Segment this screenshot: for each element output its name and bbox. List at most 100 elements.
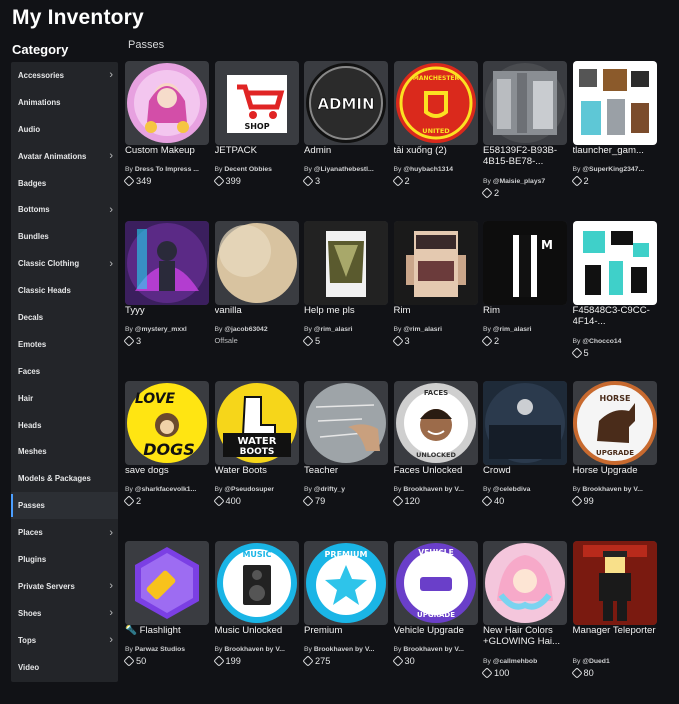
item-name[interactable]: Custom Makeup (125, 145, 213, 156)
item-creator[interactable]: By Dress To Impress ... (125, 166, 213, 173)
item-creator[interactable]: By @SuperKing2347... (573, 166, 661, 173)
item-card[interactable]: FACES UNLOCKED Faces Unlocked By Brookhaven… (391, 381, 478, 531)
item-creator[interactable]: By Decent Obbies (215, 166, 303, 173)
item-name[interactable]: Faces Unlocked (394, 465, 482, 476)
item-card[interactable]: Tyyy By @mystery_mxxl 3 (123, 221, 209, 371)
sidebar-item-hair[interactable]: Hair (11, 385, 118, 412)
item-name[interactable]: Manager Teleporter (573, 625, 661, 636)
sidebar-item-audio[interactable]: Audio (11, 116, 118, 143)
creator-name[interactable]: @celebdiva (493, 486, 531, 493)
creator-name[interactable]: Dress To Impress ... (135, 166, 199, 173)
sidebar-item-badges[interactable]: Badges (11, 170, 118, 197)
item-creator[interactable]: By @callmehbob (483, 658, 571, 665)
item-name[interactable]: Tyyy (125, 305, 213, 316)
chalkboard-thumbnail[interactable] (304, 381, 388, 465)
item-creator[interactable]: By @sharkfacevolk1... (125, 486, 213, 493)
creator-name[interactable]: @Chocco14 (582, 338, 621, 345)
item-card[interactable]: E58139F2-B93B-4B15-BE78-... By @Maisie_pl… (481, 61, 567, 211)
creator-name[interactable]: Brookhaven by V... (224, 646, 285, 653)
item-name[interactable]: 🔦 Flashlight (125, 625, 213, 636)
sidebar-item-tops[interactable]: Tops › (11, 627, 118, 654)
makeup-thumbnail[interactable] (125, 61, 209, 145)
item-creator[interactable]: By @huybach1314 (394, 166, 482, 173)
anime-hair-thumbnail[interactable] (483, 541, 567, 625)
item-card[interactable]: PREMIUM Premium By Brookhaven by V... 275 (302, 541, 388, 691)
item-creator[interactable]: By @rim_alasri (483, 326, 571, 333)
horse-upgrade-thumbnail[interactable]: HORSE UPGRADE (572, 381, 657, 465)
item-name[interactable]: Rim (394, 305, 482, 316)
item-card[interactable]: HORSE UPGRADE Horse Upgrade By Brookhaven b… (570, 381, 657, 531)
item-name[interactable]: tlauncher_gam... (573, 145, 661, 156)
creator-name[interactable]: @rim_alasri (493, 326, 532, 333)
sidebar-item-emotes[interactable]: Emotes (11, 331, 118, 358)
creator-name[interactable]: @Liyanathebestl... (314, 166, 374, 173)
item-card[interactable]: Teacher By @drifty_y 79 (302, 381, 388, 531)
creator-name[interactable]: Decent Obbies (224, 166, 272, 173)
item-card[interactable]: New Hair Colors +GLOWING Hai... By @callm… (481, 541, 567, 691)
creator-name[interactable]: @rim_alasri (314, 326, 353, 333)
item-creator[interactable]: By @Pseudosuper (215, 486, 303, 493)
creator-name[interactable]: @Maisie_plays7 (493, 178, 545, 185)
item-card[interactable]: Custom Makeup By Dress To Impress ... 349 (123, 61, 209, 211)
item-creator[interactable]: By Brookhaven by V... (573, 486, 661, 493)
item-creator[interactable]: By Brookhaven by V... (394, 646, 482, 653)
suit-thumbnail[interactable]: M (483, 221, 567, 305)
item-name[interactable]: Music Unlocked (215, 625, 303, 636)
item-name[interactable]: Water Boots (215, 465, 303, 476)
item-card[interactable]: Help me pls By @rim_alasri 5 (302, 221, 388, 371)
item-creator[interactable]: By Brookhaven by V... (304, 646, 392, 653)
sidebar-item-meshes[interactable]: Meshes (11, 438, 118, 465)
sidebar-item-video[interactable]: Video (11, 654, 118, 681)
item-card[interactable]: SHOP JETPACK By Decent Obbies 399 (212, 61, 299, 211)
item-name[interactable]: Teacher (304, 465, 392, 476)
clothing-thumbnail[interactable] (304, 221, 388, 305)
sidebar-item-shoes[interactable]: Shoes › (11, 600, 118, 627)
photo-thumbnail[interactable] (483, 61, 567, 145)
crowd-thumbnail[interactable] (483, 381, 567, 465)
sidebar-item-accessories[interactable]: Accessories › (11, 62, 118, 89)
item-card[interactable]: Crowd By @celebdiva 40 (481, 381, 567, 531)
sidebar-item-private-servers[interactable]: Private Servers › (11, 573, 118, 600)
creator-name[interactable]: Brookhaven by V... (403, 486, 464, 493)
item-card[interactable]: LOVE DOGS save dogs By @sharkfacevolk1... 2 (123, 381, 209, 531)
creator-name[interactable]: Brookhaven by V... (314, 646, 375, 653)
creator-name[interactable]: Brookhaven by V... (582, 486, 643, 493)
item-card[interactable]: Rim By @rim_alasri 3 (391, 221, 478, 371)
item-creator[interactable]: By @mystery_mxxl (125, 326, 213, 333)
music-unlocked-thumbnail[interactable]: MUSIC (214, 541, 299, 625)
item-creator[interactable]: By @Liyanathebestl... (304, 166, 392, 173)
shop-cart-thumbnail[interactable]: SHOP (214, 61, 299, 145)
item-name[interactable]: Crowd (483, 465, 571, 476)
sidebar-item-heads[interactable]: Heads (11, 412, 118, 439)
item-name[interactable]: save dogs (125, 465, 213, 476)
manager-thumbnail[interactable] (572, 541, 657, 625)
item-card[interactable]: vanilla By @jacob63042 Offsale (214, 221, 299, 371)
item-card[interactable]: F45848C3-C9CC-4F14-... By @Chocco14 5 (570, 221, 657, 371)
admin-thumbnail[interactable]: ADMIN (304, 61, 388, 145)
sidebar-item-models-packages[interactable]: Models & Packages (11, 465, 118, 492)
item-card[interactable]: M Rim By @rim_alasri 2 (481, 221, 567, 371)
item-name[interactable]: F45848C3-C9CC-4F14-... (573, 305, 661, 327)
sidebar-item-bundles[interactable]: Bundles (11, 223, 118, 250)
flashlight-thumbnail[interactable] (125, 541, 209, 625)
manchester-united-thumbnail[interactable]: MANCHESTER UNITED (393, 61, 478, 145)
sidebar-item-places[interactable]: Places › (11, 519, 118, 546)
item-name[interactable]: tải xuống (2) (394, 145, 482, 156)
neon-character-thumbnail[interactable] (125, 221, 209, 305)
item-card[interactable]: 🔦 Flashlight By Parwaz Studios 50 (123, 541, 209, 691)
item-creator[interactable]: By @Chocco14 (573, 338, 661, 345)
vehicle-upgrade-thumbnail[interactable]: VEHICLE UPGRADE (393, 541, 478, 625)
creator-name[interactable]: @callmehbob (493, 658, 537, 665)
item-card[interactable]: WATER BOOTS Water Boots By @Pseudosuper 400 (212, 381, 299, 531)
sidebar-item-decals[interactable]: Decals (11, 304, 118, 331)
item-creator[interactable]: By @rim_alasri (394, 326, 482, 333)
premium-star-thumbnail[interactable]: PREMIUM (304, 541, 388, 625)
vanilla-thumbnail[interactable] (214, 221, 299, 305)
item-card[interactable]: MUSIC Music Unlocked By Brookhaven by V...… (212, 541, 299, 691)
item-creator[interactable]: By @Maisie_plays7 (483, 178, 571, 185)
sidebar-item-passes[interactable]: Passes (11, 492, 118, 520)
sidebar-item-animations[interactable]: Animations (11, 89, 118, 116)
creator-name[interactable]: Brookhaven by V... (403, 646, 464, 653)
item-name[interactable]: Admin (304, 145, 392, 156)
sidebar-item-faces[interactable]: Faces (11, 358, 118, 385)
